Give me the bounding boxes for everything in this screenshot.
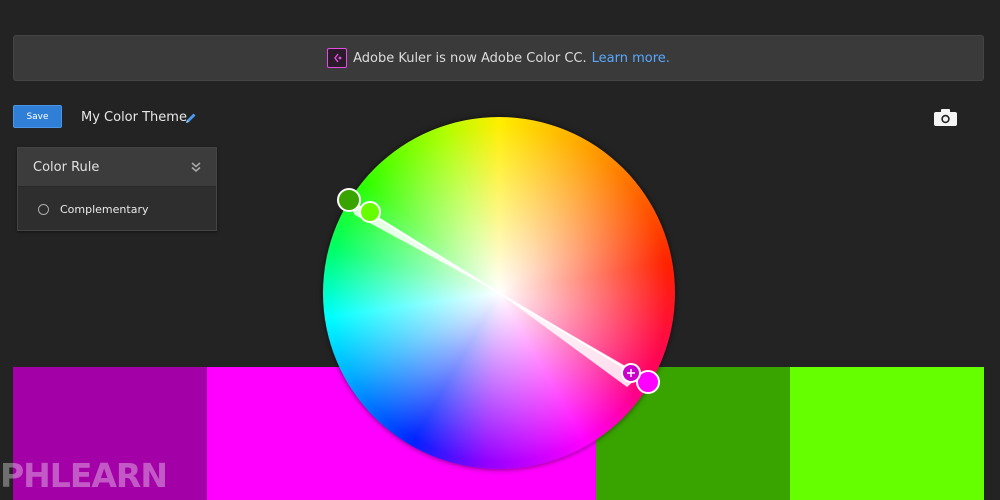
wheel-markers	[337, 188, 660, 394]
color-rule-header[interactable]: Color Rule	[18, 148, 216, 187]
color-swatch-4[interactable]	[790, 367, 984, 500]
camera-icon[interactable]	[933, 108, 958, 127]
pencil-icon[interactable]	[184, 110, 198, 124]
theme-title[interactable]: My Color Theme	[81, 110, 187, 125]
rule-option-label: Complementary	[60, 202, 149, 216]
banner-message: Adobe Kuler is now Adobe Color CC.	[353, 50, 587, 66]
color-handle-1[interactable]	[337, 188, 361, 212]
color-handle-2[interactable]	[359, 201, 381, 223]
rule-option-complementary[interactable]: Complementary	[18, 187, 216, 231]
color-wheel[interactable]	[323, 117, 675, 469]
notification-banner: Adobe Kuler is now Adobe Color CC. Learn…	[13, 35, 984, 81]
save-button[interactable]: Save	[13, 105, 62, 128]
base-color-handle[interactable]	[621, 363, 641, 383]
watermark-logo: PHLEARN	[0, 456, 168, 495]
color-rule-panel: Color Rule Complementary	[17, 147, 217, 231]
learn-more-link[interactable]: Learn more.	[592, 51, 670, 66]
radio-icon[interactable]	[38, 203, 49, 215]
double-chevron-down-icon[interactable]	[190, 161, 202, 173]
color-rule-title: Color Rule	[33, 159, 100, 175]
kuler-logo-icon	[327, 48, 348, 68]
